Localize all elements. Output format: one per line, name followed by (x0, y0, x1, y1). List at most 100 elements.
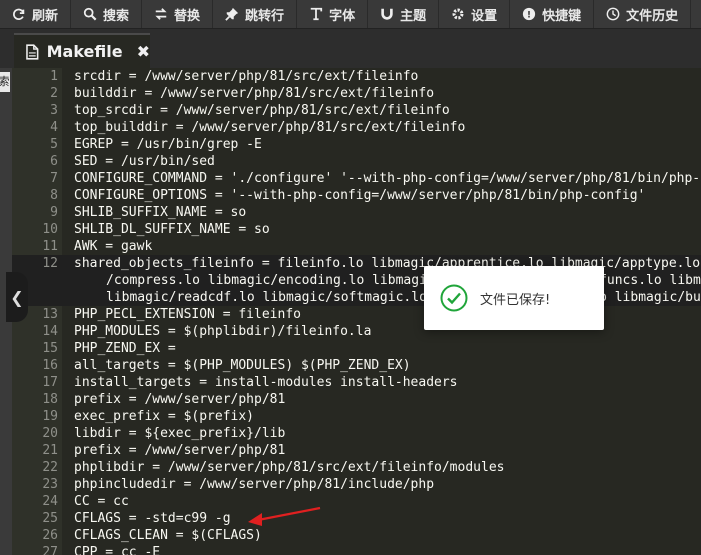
code-line[interactable]: 24 CC = cc (12, 493, 701, 510)
line-number: 8 (50, 188, 58, 203)
code-line[interactable]: 2 builddir = /www/server/php/81/src/ext/f… (12, 85, 701, 102)
line-number: 18 (42, 392, 58, 407)
line-number: 19 (42, 409, 58, 424)
code-text: phplibdir = /www/server/php/81/src/ext/f… (74, 460, 505, 475)
code-line[interactable]: 25 CFLAGS = -std=c99 -g (12, 510, 701, 527)
line-number: 3 (50, 103, 58, 118)
code-line[interactable]: 22 phplibdir = /www/server/php/81/src/ext… (12, 459, 701, 476)
line-number: 16 (42, 358, 58, 373)
line-number: 23 (42, 477, 58, 492)
code-line[interactable]: 8 CONFIGURE_OPTIONS = '--with-php-config=… (12, 187, 701, 204)
code-text: libdir = ${exec_prefix}/lib (74, 426, 286, 441)
svg-text:!: ! (527, 11, 531, 21)
settings-button[interactable]: 设置 (439, 0, 511, 28)
line-number: 15 (42, 341, 58, 356)
code-line[interactable]: 3 top_srcdir = /www/server/php/81/src/ext… (12, 102, 701, 119)
code-text: exec_prefix = $(prefix) (74, 409, 255, 424)
settings-label: 设置 (471, 8, 498, 24)
toolbar: 刷新 搜索 替换 跳转行 字体 主题 设置 ! 快捷键 文件历史 (0, 0, 701, 29)
line-number: 5 (50, 137, 58, 152)
code-text: SED = /usr/bin/sed (74, 154, 215, 169)
code-text: top_srcdir = /www/server/php/81/src/ext/… (74, 103, 450, 118)
line-number: 10 (42, 222, 58, 237)
code-text: CONFIGURE_COMMAND = './configure' '--wit… (74, 171, 701, 186)
line-number: 1 (50, 69, 58, 84)
gear-icon (452, 8, 464, 20)
check-circle-icon (440, 284, 468, 312)
theme-button[interactable]: 主题 (368, 0, 440, 28)
line-number: 7 (50, 171, 58, 186)
refresh-icon (13, 8, 25, 20)
line-number: 21 (42, 443, 58, 458)
line-number: 17 (42, 375, 58, 390)
code-text: CFLAGS_CLEAN = $(CFLAGS) (74, 528, 262, 543)
code-line[interactable]: 4 top_builddir = /www/server/php/81/src/e… (12, 119, 701, 136)
code-line[interactable]: 21 prefix = /www/server/php/81 (12, 442, 701, 459)
collapse-sidebar-button[interactable]: ❮ (6, 272, 28, 322)
code-line[interactable]: 18 prefix = /www/server/php/81 (12, 391, 701, 408)
font-button[interactable]: 字体 (297, 0, 369, 28)
code-text: PHP_ZEND_EX = (74, 341, 176, 356)
tab-strip: Makefile ✖ (0, 29, 701, 69)
code-line[interactable]: 5 EGREP = /usr/bin/grep -E (12, 136, 701, 153)
shortcuts-button[interactable]: ! 快捷键 (510, 0, 595, 28)
code-text: CPP = cc -E (74, 545, 161, 555)
line-number: 25 (42, 511, 58, 526)
side-panel-label[interactable]: 索 (0, 72, 10, 92)
code-line[interactable]: 7 CONFIGURE_COMMAND = './configure' '--wi… (12, 170, 701, 187)
code-text: phpincludedir = /www/server/php/81/inclu… (74, 477, 435, 492)
pushpin-icon (225, 7, 239, 21)
code-text: shared_objects_fileinfo = fileinfo.lo li… (74, 256, 701, 271)
code-line[interactable]: 6 SED = /usr/bin/sed (12, 153, 701, 170)
code-text: prefix = /www/server/php/81 (74, 443, 286, 458)
search-label: 搜索 (103, 8, 130, 24)
code-line[interactable]: 19 exec_prefix = $(prefix) (12, 408, 701, 425)
code-text: CONFIGURE_OPTIONS = '--with-php-config=/… (74, 188, 646, 203)
code-line[interactable]: 10 SHLIB_DL_SUFFIX_NAME = so (12, 221, 701, 238)
line-number: 24 (42, 494, 58, 509)
tab-makefile[interactable]: Makefile ✖ (14, 33, 150, 68)
clock-icon (606, 7, 620, 21)
goto-line-button[interactable]: 跳转行 (213, 0, 298, 28)
code-line[interactable]: 15 PHP_ZEND_EX = (12, 340, 701, 357)
line-number: 26 (42, 528, 58, 543)
code-text: SHLIB_SUFFIX_NAME = so (74, 205, 247, 220)
line-number: 22 (42, 460, 58, 475)
line-number: 27 (42, 545, 58, 555)
line-number: 14 (42, 324, 58, 339)
code-line[interactable]: 27 CPP = cc -E (12, 544, 701, 555)
refresh-label: 刷新 (32, 8, 59, 24)
code-line[interactable]: 17 install_targets = install-modules inst… (12, 374, 701, 391)
code-line[interactable]: 11 AWK = gawk (12, 238, 701, 255)
code-text-wrapped: /compress.lo libmagic/encoding.lo libmag… (106, 273, 701, 288)
code-text: SHLIB_DL_SUFFIX_NAME = so (74, 222, 270, 237)
search-button[interactable]: 搜索 (71, 0, 143, 28)
replace-button[interactable]: 替换 (142, 0, 214, 28)
line-number: 9 (50, 205, 58, 220)
theme-label: 主题 (400, 8, 427, 24)
code-line[interactable]: 20 libdir = ${exec_prefix}/lib (12, 425, 701, 442)
tab-close-icon[interactable]: ✖ (137, 42, 150, 61)
code-text: CFLAGS = -std=c99 -g (74, 511, 231, 526)
code-text: EGREP = /usr/bin/grep -E (74, 137, 262, 152)
line-number: 20 (42, 426, 58, 441)
code-text: CC = cc (74, 494, 129, 509)
code-line[interactable]: 16 all_targets = $(PHP_MODULES) $(PHP_ZEN… (12, 357, 701, 374)
search-icon (83, 7, 97, 21)
annotation-arrow (248, 506, 321, 526)
file-history-button[interactable]: 文件历史 (594, 0, 692, 28)
code-line[interactable]: 26 CFLAGS_CLEAN = $(CFLAGS) (12, 527, 701, 544)
code-line[interactable]: 1 srcdir = /www/server/php/81/src/ext/fil… (12, 68, 701, 85)
refresh-button[interactable]: 刷新 (0, 0, 72, 28)
file-icon (26, 43, 39, 60)
save-toast: 文件已保存! (424, 266, 604, 330)
code-text: PHP_MODULES = $(phplibdir)/fileinfo.la (74, 324, 372, 339)
line-number: 6 (50, 154, 58, 169)
chevron-left-icon: ❮ (10, 287, 24, 307)
code-line[interactable]: 23 phpincludedir = /www/server/php/81/inc… (12, 476, 701, 493)
code-line[interactable]: 9 SHLIB_SUFFIX_NAME = so (12, 204, 701, 221)
keyboard-icon: ! (522, 7, 536, 21)
replace-icon (155, 8, 167, 20)
line-number: 12 (42, 256, 58, 271)
magnet-icon (381, 8, 393, 20)
